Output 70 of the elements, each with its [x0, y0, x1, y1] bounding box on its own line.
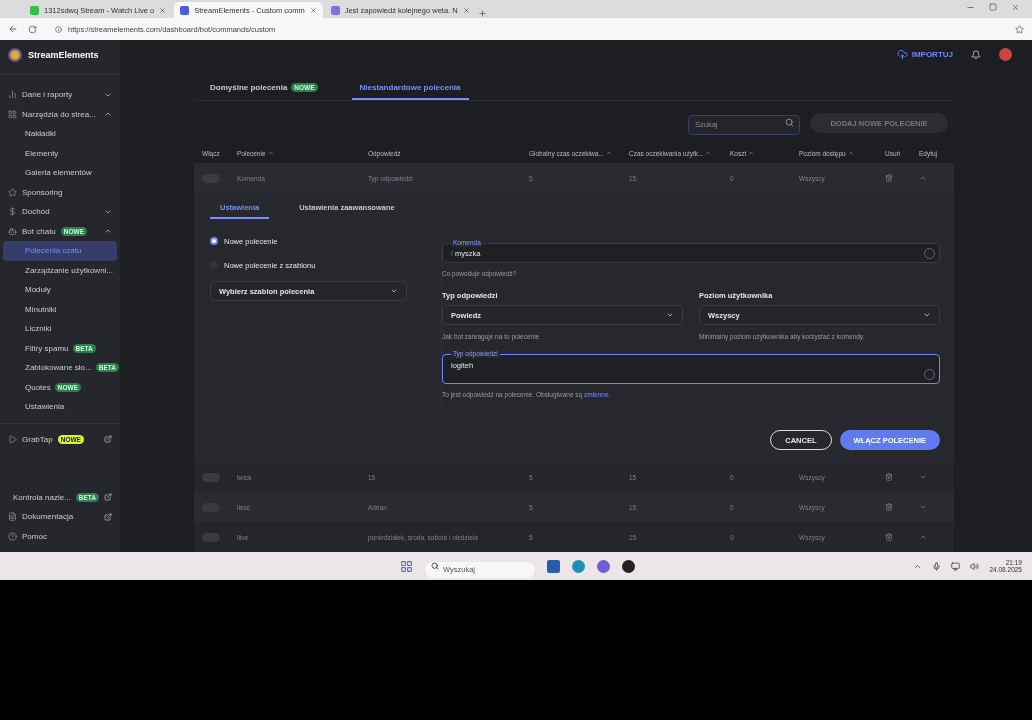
cloud-upload-icon [896, 49, 908, 60]
search-icon [785, 118, 794, 127]
document-icon [8, 512, 17, 522]
sidebar-subitem[interactable]: Liczniki [3, 319, 117, 339]
chevron-down-icon[interactable] [919, 473, 927, 481]
sidebar-subitem[interactable]: Polecenia czatu [3, 241, 117, 261]
app-icon[interactable] [622, 559, 635, 573]
trash-icon[interactable] [885, 174, 893, 182]
sidebar-item[interactable]: Dane i raporty [0, 85, 120, 105]
sort-icon [748, 150, 755, 156]
start-icon[interactable] [400, 559, 413, 573]
sort-icon [847, 150, 854, 156]
chevron-down-icon[interactable] [919, 503, 927, 511]
logo-icon [8, 48, 22, 62]
favicon-icon [30, 5, 39, 15]
brand-name: StreamElements [28, 50, 99, 60]
sidebar-subitem[interactable]: Nakładki [3, 124, 117, 144]
close-icon[interactable] [159, 6, 167, 14]
avatar-icon[interactable] [999, 48, 1012, 61]
chevron-down-icon [666, 311, 674, 319]
star-icon[interactable] [1015, 24, 1024, 34]
dollar-icon [8, 207, 17, 217]
sidebar-subitem[interactable]: Moduły [3, 280, 117, 300]
sort-icon [605, 150, 612, 156]
chart-icon [8, 90, 17, 100]
trash-icon[interactable] [885, 473, 893, 481]
chevron-down-icon [923, 311, 931, 319]
external-link-icon[interactable] [104, 435, 112, 444]
chevron-up-icon[interactable] [919, 533, 927, 541]
volume-icon[interactable] [970, 561, 980, 571]
external-link-icon[interactable] [104, 512, 112, 521]
close-icon[interactable] [1011, 2, 1020, 12]
chevron-up-icon[interactable] [919, 174, 927, 182]
sidebar-subitem[interactable]: Minutniki [3, 299, 117, 319]
grid-icon [8, 109, 17, 119]
sidebar-subitem[interactable]: Galeria elementów [3, 163, 117, 183]
sidebar-subitem[interactable]: Ustawienia [3, 397, 117, 417]
favicon-icon [180, 5, 190, 15]
reload-icon[interactable] [28, 24, 37, 34]
sidebar-subitem[interactable]: Zarządzanie użytkowni... [3, 260, 117, 280]
microphone-icon[interactable] [932, 561, 942, 571]
sidebar-item[interactable]: Pomoc [0, 526, 120, 546]
chevron-down-icon [390, 287, 398, 295]
external-link-icon[interactable] [104, 493, 113, 502]
sort-icon [267, 150, 274, 156]
radio-button[interactable] [210, 237, 218, 245]
info-icon [55, 25, 62, 33]
sidebar-item[interactable]: Narzędzia do strea... [0, 104, 120, 124]
sidebar-subitem[interactable]: Elementy [3, 143, 117, 163]
help-icon [8, 531, 17, 541]
back-icon[interactable] [8, 24, 18, 34]
sidebar-item[interactable]: Dokumentacja [0, 507, 120, 527]
tab[interactable]: Niestandardowe polecenia [351, 79, 469, 100]
trash-icon[interactable] [885, 533, 893, 541]
maximize-icon[interactable] [989, 2, 997, 11]
sidebar-item[interactable]: Sponsoring [0, 182, 120, 202]
monitor-icon[interactable] [951, 561, 961, 571]
trash-icon[interactable] [885, 503, 893, 511]
sort-icon [705, 150, 712, 156]
close-icon[interactable] [309, 6, 317, 14]
robot-icon [8, 226, 17, 236]
bell-icon[interactable] [971, 49, 981, 60]
sidebar-item[interactable]: Dochód [0, 202, 120, 222]
new-tab-icon[interactable] [477, 9, 487, 18]
star-icon [8, 187, 17, 197]
close-icon[interactable] [462, 6, 470, 14]
play-icon [8, 434, 17, 444]
favicon-icon [330, 5, 340, 15]
import-button[interactable]: IMPORTUJ [896, 49, 953, 60]
search-icon [431, 562, 439, 570]
